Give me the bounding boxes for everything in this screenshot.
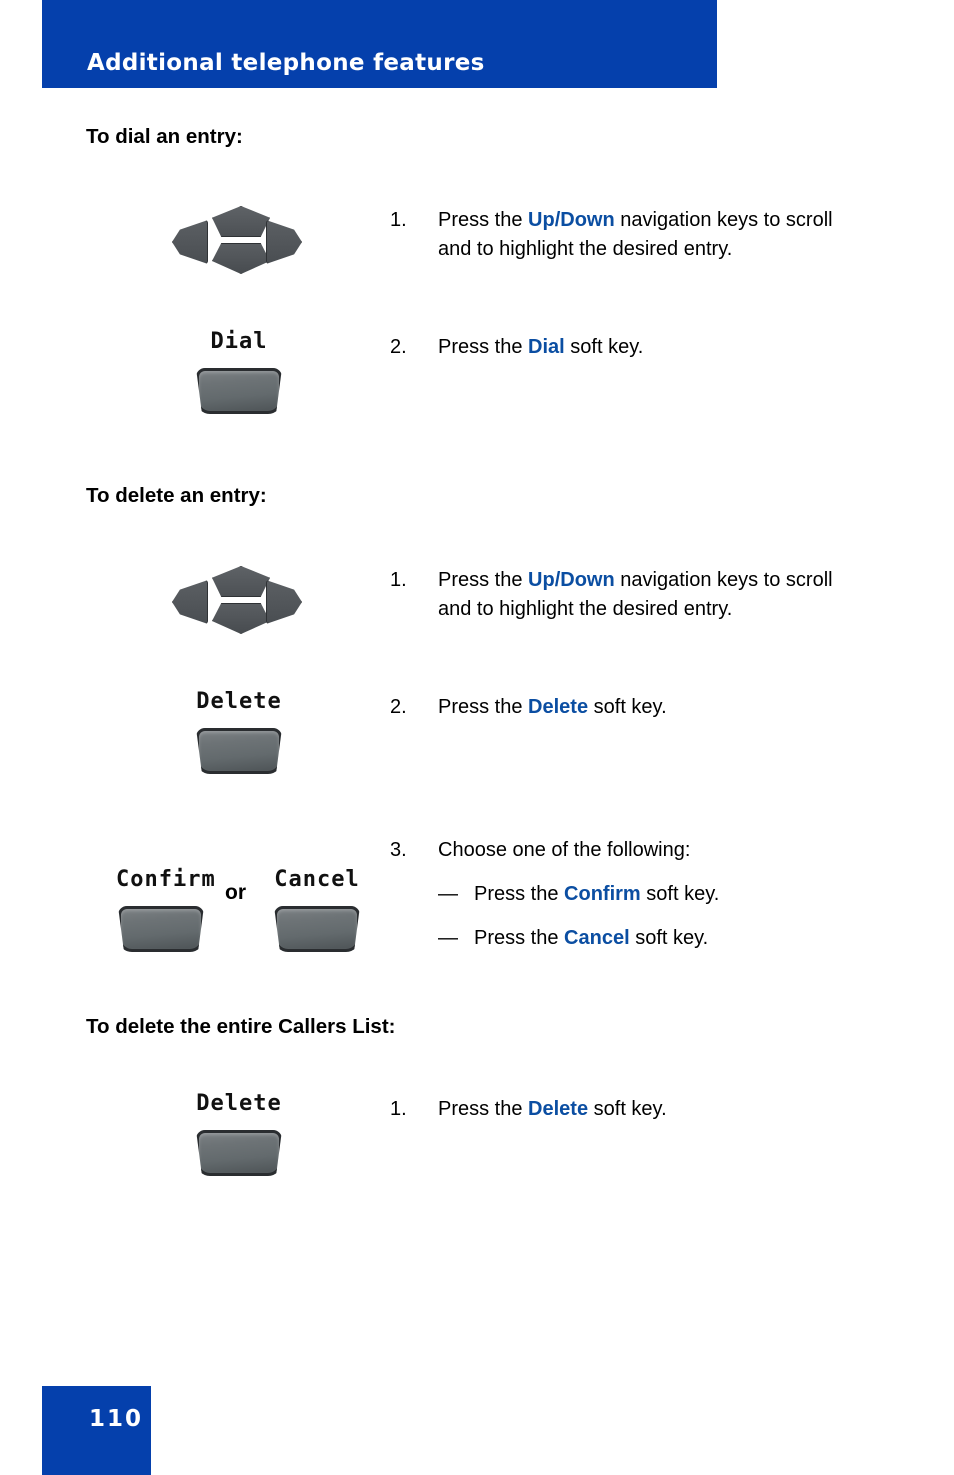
sub-step-item: — Press the Confirm soft key. — [438, 880, 860, 909]
sub-step-text-after: soft key. — [629, 927, 709, 949]
sub-step-keyword: Cancel — [564, 927, 630, 949]
section-heading-delete-callers-list: To delete the entire Callers List: — [86, 1015, 396, 1038]
step-keyword: Dial — [528, 336, 565, 358]
nav-right-key-icon[interactable] — [266, 220, 302, 264]
step-text: Press the Up/Down navigation keys to scr… — [438, 566, 860, 624]
step-text-before: Press the — [438, 569, 529, 591]
page-header-banner: Additional telephone features — [42, 0, 717, 88]
sub-step-keyword: Confirm — [564, 883, 641, 905]
step-number: 1. — [390, 569, 407, 591]
step-text-before: Press the — [438, 209, 529, 231]
step-text-before: Press the — [438, 1098, 529, 1120]
softkey-cancel[interactable]: Cancel — [272, 866, 362, 952]
document-page: Additional telephone features To dial an… — [0, 0, 954, 1475]
step-keyword: Delete — [528, 696, 589, 718]
step-text: Choose one of the following: — [438, 839, 691, 861]
step-text: Press the Delete soft key. — [438, 693, 860, 722]
em-dash-bullet: — — [438, 883, 458, 905]
sub-step-text-before: Press the — [474, 927, 565, 949]
nav-down-key-icon[interactable] — [212, 243, 270, 274]
step-number: 1. — [390, 1098, 407, 1120]
step-text-after: soft key. — [564, 336, 644, 358]
softkey-button-icon[interactable] — [196, 728, 282, 774]
navigation-keys-cluster — [172, 566, 302, 636]
step-item: 1. Press the Up/Down navigation keys to … — [390, 206, 860, 264]
step-text-after: soft key. — [588, 696, 667, 718]
step-keyword: Up/Down — [528, 209, 615, 231]
nav-up-key-icon[interactable] — [212, 206, 270, 237]
softkey-dial[interactable]: Dial — [194, 328, 284, 414]
softkey-button-icon[interactable] — [196, 368, 282, 414]
softkey-label: Cancel — [274, 867, 360, 892]
nav-down-key-icon[interactable] — [212, 603, 270, 634]
nav-right-key-icon[interactable] — [266, 580, 302, 624]
step-item: 1. Press the Delete soft key. — [390, 1095, 860, 1124]
section-heading-dial-entry: To dial an entry: — [86, 125, 243, 148]
step-item: 1. Press the Up/Down navigation keys to … — [390, 566, 860, 624]
softkey-confirm[interactable]: Confirm — [116, 866, 216, 952]
step-text-before: Press the — [438, 696, 529, 718]
step-number: 2. — [390, 696, 407, 718]
or-separator-label: or — [225, 881, 246, 904]
page-number-block: 110 — [42, 1386, 151, 1475]
step-text-before: Press the — [438, 336, 529, 358]
nav-up-key-icon[interactable] — [212, 566, 270, 597]
step-number: 3. — [390, 839, 407, 861]
step-number: 1. — [390, 209, 407, 231]
sub-step-text: Press the Cancel soft key. — [474, 924, 860, 953]
step-item: 2. Press the Dial soft key. — [390, 333, 860, 362]
softkey-button-icon[interactable] — [196, 1130, 282, 1176]
nav-left-key-icon[interactable] — [172, 220, 208, 264]
nav-left-key-icon[interactable] — [172, 580, 208, 624]
softkey-label: Delete — [196, 689, 282, 714]
step-keyword: Up/Down — [528, 569, 615, 591]
sub-step-text-after: soft key. — [640, 883, 720, 905]
step-text-after: soft key. — [588, 1098, 667, 1120]
sub-step-text: Press the Confirm soft key. — [474, 880, 860, 909]
step-item: 3. Choose one of the following: — Press … — [390, 836, 860, 953]
softkey-button-icon[interactable] — [118, 906, 204, 952]
sub-step-item: — Press the Cancel soft key. — [438, 924, 860, 953]
page-title: Additional telephone features — [87, 50, 485, 76]
step-text: Press the Delete soft key. — [438, 1095, 860, 1124]
softkey-label: Dial — [210, 329, 268, 354]
step-keyword: Delete — [528, 1098, 589, 1120]
step-item: 2. Press the Delete soft key. — [390, 693, 860, 722]
step-number: 2. — [390, 336, 407, 358]
navigation-keys-cluster — [172, 206, 302, 276]
page-number: 110 — [89, 1406, 144, 1432]
section-heading-delete-entry: To delete an entry: — [86, 484, 267, 507]
softkey-button-icon[interactable] — [274, 906, 360, 952]
step-text: Press the Dial soft key. — [438, 333, 860, 362]
em-dash-bullet: — — [438, 927, 458, 949]
step-text: Press the Up/Down navigation keys to scr… — [438, 206, 860, 264]
softkey-delete-all[interactable]: Delete — [194, 1090, 284, 1176]
softkey-delete[interactable]: Delete — [194, 688, 284, 774]
sub-step-text-before: Press the — [474, 883, 565, 905]
softkey-label: Delete — [196, 1091, 282, 1116]
softkey-label: Confirm — [116, 867, 216, 892]
